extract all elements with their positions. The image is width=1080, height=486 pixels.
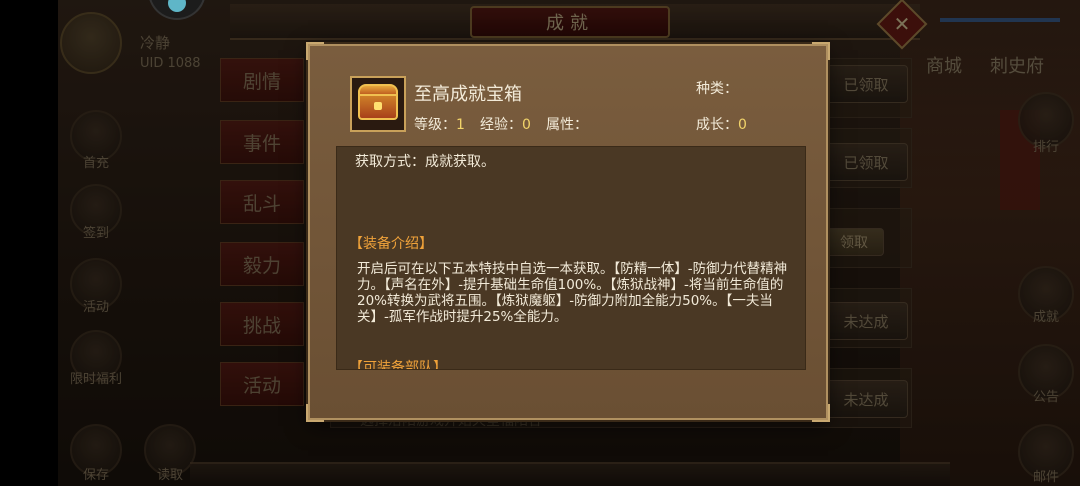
description-box[interactable]: 获取方式：成就获取。 【装备介绍】 开启后可在以下五本特技中自选一本获取。【防精… [336, 146, 806, 370]
exp-label: 经验： [480, 117, 522, 133]
item-exp: 经验：0 [480, 114, 531, 134]
attr-label: 属性： [546, 117, 588, 133]
equippable-troops-title: 【可装备部队】 [349, 360, 447, 370]
exp-value: 0 [522, 117, 531, 133]
corner-ornament [306, 42, 324, 60]
bird-icon [168, 0, 186, 12]
growth-value: 0 [738, 117, 747, 133]
chest-lid [358, 84, 398, 96]
corner-ornament [812, 42, 830, 60]
item-name: 至高成就宝箱 [414, 84, 522, 105]
item-detail-popup: 至高成就宝箱 种类： 等级：1 经验：0 属性： 成长：0 获取方式：成就获取。… [306, 42, 830, 422]
item-level: 等级：1 [414, 114, 465, 134]
equipment-intro-title: 【装备介绍】 [349, 236, 433, 252]
growth-label: 成长： [696, 117, 738, 133]
corner-ornament [812, 404, 830, 422]
acquire-method: 获取方式：成就获取。 [355, 154, 495, 170]
treasure-chest-icon [350, 76, 406, 132]
equipment-intro-body: 开启后可在以下五本特技中自选一本获取。【防精一体】-防御力代替精神力。【声名在外… [357, 261, 788, 325]
corner-ornament [306, 404, 324, 422]
item-attr: 属性： [546, 114, 588, 134]
type-label: 种类： [696, 81, 738, 97]
level-label: 等级： [414, 117, 456, 133]
screen-edge [0, 0, 58, 486]
level-value: 1 [456, 117, 465, 133]
item-type: 种类： [696, 78, 738, 98]
game-screen: 成就 ✕ 商城 刺史府 剧情 事件 乱斗 毅力 挑战 活动 已领取 已领取 领取… [0, 0, 1080, 486]
item-growth: 成长：0 [696, 114, 747, 134]
chest-lock [374, 102, 382, 110]
